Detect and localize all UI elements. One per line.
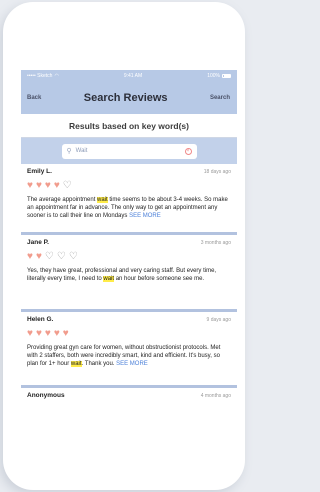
reviewer-name: Helen G. bbox=[27, 316, 54, 323]
search-icon: ⚲ bbox=[66, 148, 72, 155]
heart-filled-icon: ♥ bbox=[27, 180, 33, 191]
review-card: Helen G. 9 days ago ♥ ♥ ♥ ♥ ♥ Providing grea… bbox=[21, 312, 237, 388]
reviewer-name: Anonymous bbox=[27, 392, 65, 399]
keyword-highlight: wait bbox=[103, 276, 115, 282]
app-screen: ••••• Sketch ◠ 9:41 AM 100% Back Search … bbox=[21, 70, 237, 400]
review-text-part: . Thank you. bbox=[81, 361, 117, 367]
heart-filled-icon: ♥ bbox=[35, 328, 42, 339]
review-text-part: The average appointment bbox=[27, 197, 98, 203]
results-heading: Results based on key word(s) bbox=[21, 114, 237, 138]
review-date: 4 months ago bbox=[200, 393, 231, 399]
review-card: Emily L. 18 days ago ♥ ♥ ♥ ♥ ♡ The average a… bbox=[21, 164, 237, 235]
status-time: 9:41 AM bbox=[123, 72, 143, 79]
heart-filled-icon: ♥ bbox=[53, 180, 60, 191]
nav-bar: Back Search Reviews Search bbox=[21, 81, 237, 114]
review-text-part: an hour before someone see me. bbox=[114, 276, 205, 282]
keyword-highlight: wait bbox=[70, 361, 82, 367]
keyword-highlight: wait bbox=[97, 197, 108, 203]
review-card: Jane P. 3 months ago ♥ ♥ ♡ ♡ ♡ Yes, they hav… bbox=[21, 235, 237, 312]
heart-filled-icon: ♥ bbox=[62, 328, 69, 339]
heart-filled-icon: ♥ bbox=[35, 180, 42, 191]
rating-hearts: ♥ ♥ ♥ ♥ ♡ bbox=[27, 181, 231, 191]
page-title: Search Reviews bbox=[83, 91, 168, 104]
review-card: Anonymous 4 months ago ♥♡♡♡♡ bbox=[21, 388, 237, 400]
review-text: Yes, they have great, professional and v… bbox=[27, 267, 231, 283]
see-more-link[interactable]: SEE MORE bbox=[116, 361, 148, 367]
search-input[interactable]: ⚲ Wait × bbox=[61, 143, 197, 159]
battery-label: 100% bbox=[207, 72, 220, 79]
back-button[interactable]: Back bbox=[27, 95, 41, 101]
heart-filled-icon: ♥ bbox=[44, 180, 51, 191]
battery-icon bbox=[222, 73, 231, 78]
search-bar: ⚲ Wait × bbox=[21, 138, 237, 164]
clear-icon[interactable]: × bbox=[184, 147, 192, 155]
review-date: 9 days ago bbox=[206, 317, 231, 323]
heart-empty-icon: ♡ bbox=[56, 251, 66, 262]
carrier-label: ••••• Sketch bbox=[27, 72, 53, 79]
wifi-icon: ◠ bbox=[54, 72, 59, 79]
rating-hearts: ♥ ♥ ♡ ♡ ♡ bbox=[27, 252, 231, 262]
reviewer-name: Emily L. bbox=[27, 168, 52, 175]
phone-frame: ••••• Sketch ◠ 9:41 AM 100% Back Search … bbox=[3, 2, 245, 490]
review-date: 3 months ago bbox=[200, 240, 231, 246]
heart-filled-icon: ♥ bbox=[27, 251, 33, 262]
heart-empty-icon: ♡ bbox=[44, 251, 54, 262]
reviewer-name: Jane P. bbox=[27, 239, 49, 246]
review-list: Emily L. 18 days ago ♥ ♥ ♥ ♥ ♡ The average a… bbox=[21, 164, 237, 400]
heart-empty-icon: ♡ bbox=[62, 180, 72, 191]
review-text: The average appointment wait time seems … bbox=[27, 196, 231, 220]
heart-filled-icon: ♥ bbox=[44, 328, 51, 339]
heart-filled-icon: ♥ bbox=[27, 328, 33, 339]
heart-empty-icon: ♡ bbox=[68, 251, 78, 262]
review-date: 18 days ago bbox=[203, 169, 231, 175]
heart-filled-icon: ♥ bbox=[35, 251, 42, 262]
search-value: Wait bbox=[75, 148, 88, 154]
see-more-link[interactable]: SEE MORE bbox=[129, 213, 161, 219]
review-text: Providing great gyn care for women, with… bbox=[27, 344, 231, 368]
heart-filled-icon: ♥ bbox=[53, 328, 60, 339]
search-button[interactable]: Search bbox=[210, 95, 230, 101]
rating-hearts: ♥ ♥ ♥ ♥ ♥ bbox=[27, 329, 231, 339]
status-bar: ••••• Sketch ◠ 9:41 AM 100% bbox=[21, 70, 237, 81]
